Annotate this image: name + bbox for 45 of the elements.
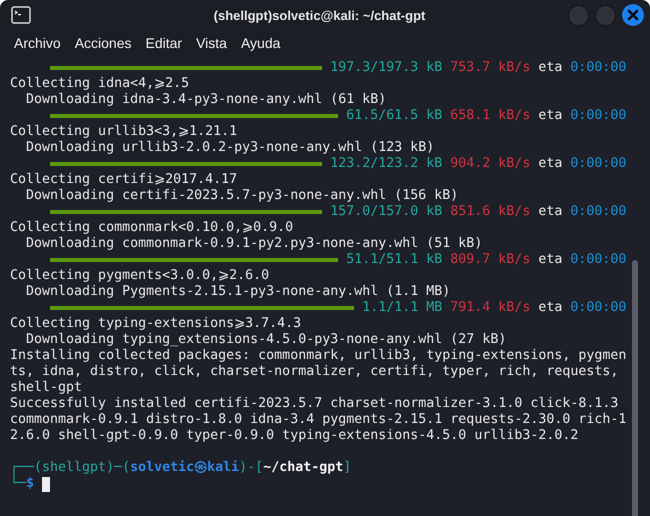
output-line: Installing collected packages: commonmark, urllib3, typing-extensions, pygmen [10,348,626,364]
download-size: 61.5/61.5 kB [346,108,442,124]
download-size: 51.1/51.1 kB [346,252,442,268]
output-line: Collecting pygments<3.0.0,⩾2.6.0 [10,268,270,284]
download-speed: 658.1 kB/s [450,108,530,124]
eta-time: 0:00:00 [570,300,626,316]
download-size: 157.0/157.0 kB [330,204,442,220]
prompt-line: ┌──(shellgpt)─(solvetic㉿kali)-[~/chat-gpt] [10,460,352,475]
eta-time: 0:00:00 [570,108,626,124]
download-size: 197.3/197.3 kB [330,60,442,76]
eta-label: eta [538,156,562,172]
prompt-line: └─$ [10,476,34,492]
eta-time: 0:00:00 [570,204,626,220]
download-size: 123.2/123.2 kB [330,156,442,172]
download-speed: 791.4 kB/s [450,300,530,316]
output-line: ts, idna, distro, click, charset-normalizer, certifi, typer, rich, requests, [10,364,618,380]
output-line: Downloading Pygments-2.15.1-py3-none-any.whl (1.1 MB) [25,284,450,300]
eta-label: eta [538,300,562,316]
download-speed: 851.6 kB/s [450,204,530,220]
output-line: Collecting idna<4,⩾2.5 [10,76,190,92]
eta-time: 0:00:00 [570,156,626,172]
output-line: Downloading typing_extensions-4.5.0-py3-none-any.whl (27 kB) [25,332,506,348]
output-line: Downloading idna-3.4-py3-none-any.whl (61 kB) [25,92,386,108]
eta-label: eta [538,204,562,220]
download-speed: 904.2 kB/s [450,156,530,172]
output-line: Successfully installed certifi-2023.5.7 charset-normalizer-3.1.0 click-8.1.3 [10,396,618,412]
output-line: Collecting commonmark<0.10.0,⩾0.9.0 [10,220,294,236]
download-speed: 809.7 kB/s [450,252,530,268]
output-line: Downloading urllib3-2.0.2-py3-none-any.whl (123 kB) [25,140,434,156]
eta-time: 0:00:00 [570,252,626,268]
output-line: 2.6.0 shell-gpt-0.9.0 typer-0.9.0 typing-extensions-4.5.0 urllib3-2.0.2 [10,428,578,444]
output-line: Collecting urllib3<3,⩾1.21.1 [10,124,238,140]
download-speed: 753.7 kB/s [450,60,530,76]
eta-label: eta [538,252,562,268]
output-line: Downloading commonmark-0.9.1-py2.py3-none-any.whl (51 kB) [25,236,482,252]
eta-time: 0:00:00 [570,60,626,76]
output-line: Collecting certifi⩾2017.4.17 [10,172,238,188]
output-line: Downloading certifi-2023.5.7-py3-none-any.whl (156 kB) [25,188,458,204]
eta-label: eta [538,108,562,124]
window-title: (shellgpt)solvetic@kali: ~/chat-gpt [212,8,426,22]
eta-label: eta [538,60,562,76]
output-line: Collecting typing-extensions⩾3.7.4.3 [10,316,302,332]
output-line: shell-gpt [10,380,82,396]
download-size: 1.1/1.1 MB [362,300,442,316]
output-line: commonmark-0.9.1 distro-1.8.0 idna-3.4 pygments-2.15.1 requests-2.30.0 rich-1 [10,412,626,428]
